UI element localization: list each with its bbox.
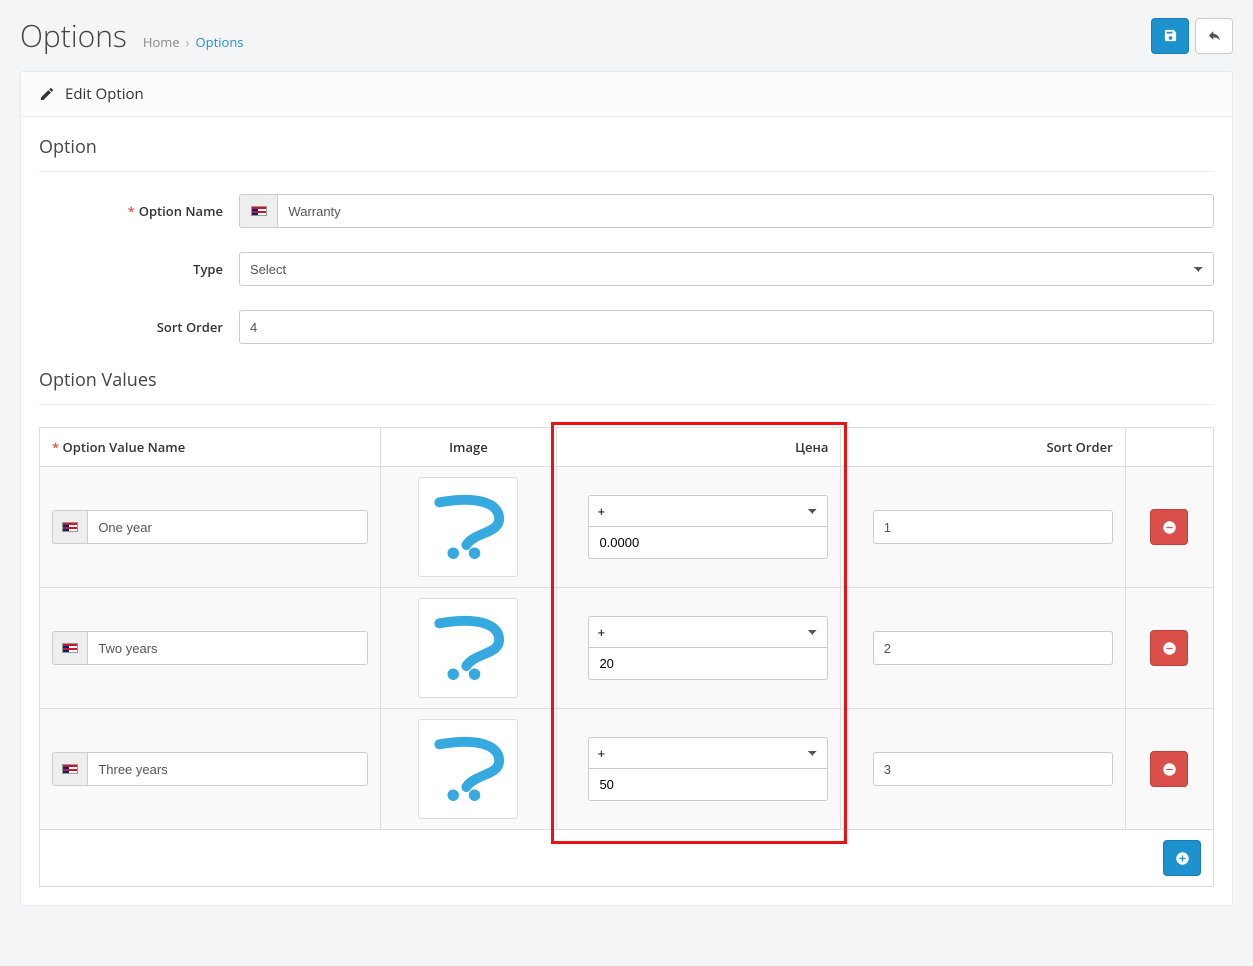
minus-circle-icon [1162,641,1177,656]
th-image: Image [380,428,557,467]
th-price: Цена [557,428,841,467]
cart-placeholder-icon [427,728,509,810]
label-sort-order: Sort Order [157,318,223,336]
remove-option-value-button[interactable] [1150,630,1188,666]
flag-addon [239,194,277,228]
label-option-name: Option Name [139,202,223,220]
breadcrumb-separator: › [186,33,190,51]
label-type: Type [193,260,223,278]
section-values-title: Option Values [39,368,1214,392]
minus-circle-icon [1162,762,1177,777]
save-button[interactable] [1151,18,1189,54]
price-prefix-select[interactable]: + [588,737,828,769]
breadcrumb-home-link[interactable]: Home [143,33,180,51]
image-thumbnail[interactable] [418,598,518,698]
minus-circle-icon [1162,520,1177,535]
price-prefix-select[interactable]: + [588,616,828,648]
pencil-icon [39,86,55,102]
option-value-name-input[interactable] [87,510,367,544]
add-option-value-button[interactable] [1163,840,1201,876]
option-value-sort-input[interactable] [873,631,1113,665]
option-value-row: + [40,709,1214,830]
sort-order-input[interactable] [239,310,1214,344]
th-sort: Sort Order [841,428,1125,467]
save-icon [1163,28,1178,43]
cart-placeholder-icon [427,607,509,689]
price-input[interactable] [588,769,828,801]
plus-circle-icon [1175,851,1190,866]
image-thumbnail[interactable] [418,477,518,577]
image-thumbnail[interactable] [418,719,518,819]
flag-addon [52,631,87,665]
option-value-sort-input[interactable] [873,510,1113,544]
option-value-sort-input[interactable] [873,752,1113,786]
flag-icon-en [62,764,78,774]
option-values-table: * Option Value Name Image Цена Sort Orde… [39,427,1214,887]
remove-option-value-button[interactable] [1150,751,1188,787]
price-prefix-select[interactable]: + [588,495,828,527]
back-arrow-icon [1207,28,1222,43]
page-title: Options [20,15,127,56]
option-value-name-input[interactable] [87,752,367,786]
flag-addon [52,752,87,786]
breadcrumb-current-link[interactable]: Options [196,33,244,51]
option-value-name-input[interactable] [87,631,367,665]
flag-icon-en [251,206,267,216]
panel-heading-text: Edit Option [65,84,144,104]
flag-icon-en [62,522,78,532]
option-value-row: + [40,467,1214,588]
option-name-input[interactable] [277,194,1214,228]
type-select[interactable]: Select [239,252,1214,286]
price-input[interactable] [588,527,828,559]
cart-placeholder-icon [427,486,509,568]
th-name: Option Value Name [63,438,186,456]
cancel-button[interactable] [1195,18,1233,54]
flag-addon [52,510,87,544]
flag-icon-en [62,643,78,653]
panel-heading: Edit Option [21,72,1232,117]
remove-option-value-button[interactable] [1150,509,1188,545]
section-option-title: Option [39,135,1214,159]
option-value-row: + [40,588,1214,709]
breadcrumb: Home › Options [143,33,244,51]
price-input[interactable] [588,648,828,680]
